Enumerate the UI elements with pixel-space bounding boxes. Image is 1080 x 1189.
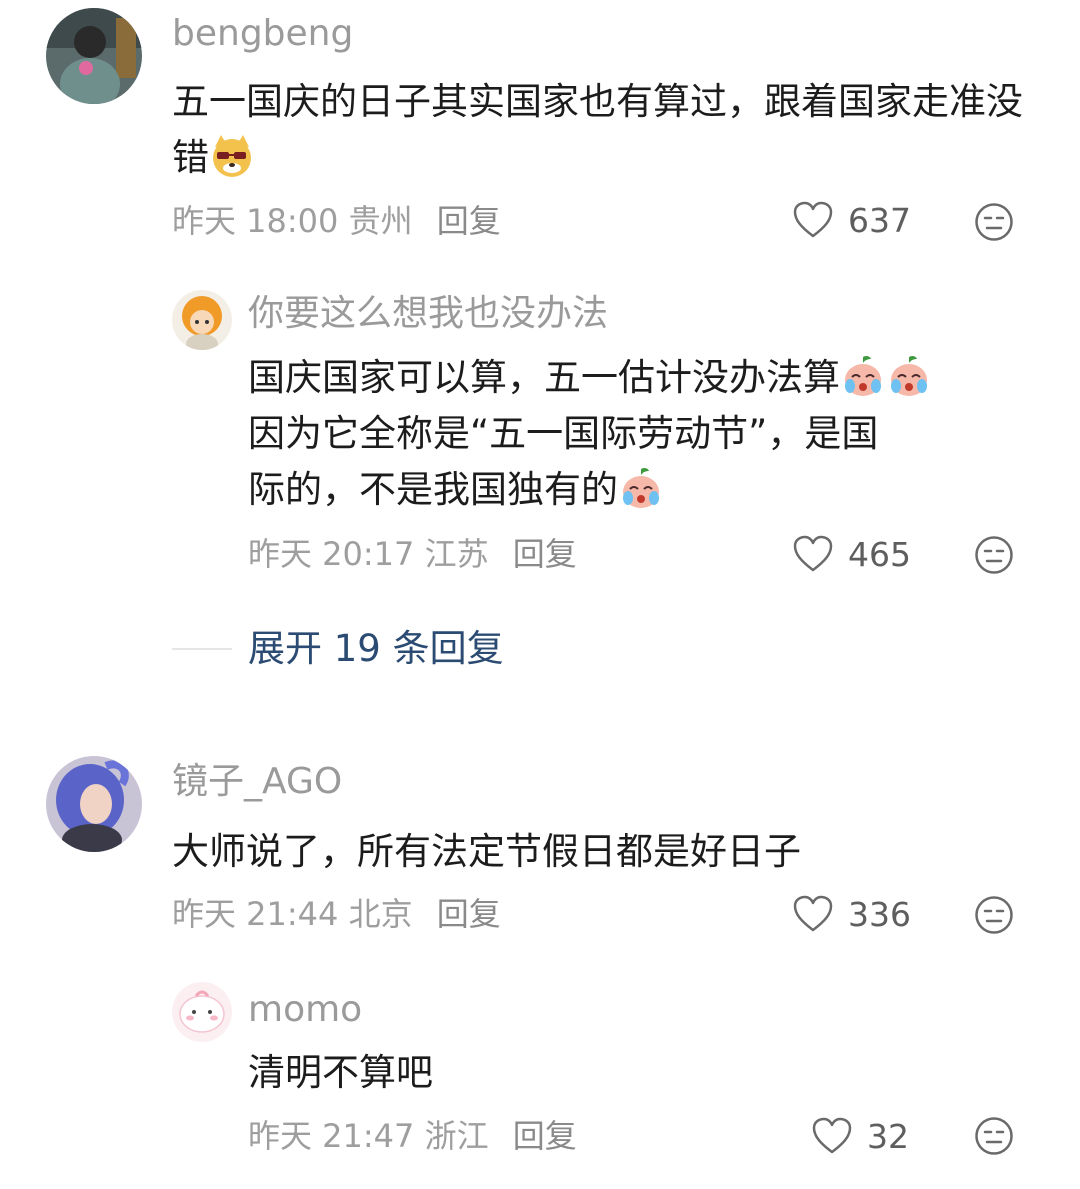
username[interactable]: 镜子_AGO bbox=[172, 760, 342, 804]
reply-location: 浙江 bbox=[424, 1117, 489, 1155]
comment-meta: 昨天 18:00 贵州 回复 bbox=[172, 201, 501, 241]
like-count: 465 bbox=[848, 534, 911, 574]
reply-username[interactable]: 你要这么想我也没办法 bbox=[248, 292, 608, 336]
username[interactable]: bengbeng bbox=[172, 12, 353, 56]
comment-meta: 昨天 21:44 北京 回复 bbox=[172, 894, 501, 934]
reply-button[interactable]: 回复 bbox=[513, 1117, 577, 1155]
heart-outline-icon bbox=[793, 895, 833, 932]
reply-button[interactable]: 回复 bbox=[437, 895, 501, 933]
reply-text-line-3: 际的，不是我国独有的 bbox=[248, 468, 618, 511]
expand-replies-button[interactable]: 展开 19 条回复 bbox=[248, 627, 504, 671]
reply-text-line: 际的，不是我国独有的 bbox=[248, 462, 1038, 518]
reply-text-line: 国庆国家可以算，五一估计没办法算 bbox=[248, 350, 1038, 406]
like-count: 637 bbox=[848, 200, 911, 240]
like-button[interactable]: 336 bbox=[792, 894, 911, 934]
neutral-face-icon[interactable] bbox=[974, 895, 1014, 935]
comment-text: 大师说了，所有法定节假日都是好日子 bbox=[172, 830, 801, 873]
reply-username[interactable]: momo bbox=[248, 988, 362, 1032]
neutral-face-icon[interactable] bbox=[974, 202, 1014, 242]
avatar[interactable] bbox=[172, 982, 232, 1042]
neutral-face-icon[interactable] bbox=[974, 535, 1014, 575]
reply-button[interactable]: 回复 bbox=[513, 535, 577, 573]
reply-meta: 昨天 21:47 浙江 回复 bbox=[248, 1116, 577, 1156]
comment-time: 昨天 18:00 bbox=[172, 202, 339, 240]
expand-divider bbox=[172, 648, 232, 650]
avatar[interactable] bbox=[46, 8, 142, 104]
crying-peach-emoji-icon bbox=[618, 465, 664, 511]
crying-peach-emoji-icon bbox=[840, 353, 886, 399]
avatar[interactable] bbox=[46, 756, 142, 852]
reply-meta: 昨天 20:17 江苏 回复 bbox=[248, 534, 577, 574]
comment-location: 贵州 bbox=[348, 202, 413, 240]
reply-time: 昨天 20:17 bbox=[248, 535, 415, 573]
reply-text-line-1: 国庆国家可以算，五一估计没办法算 bbox=[248, 356, 840, 399]
comment-location: 北京 bbox=[348, 895, 413, 933]
avatar[interactable] bbox=[172, 290, 232, 350]
neutral-face-icon[interactable] bbox=[974, 1116, 1014, 1156]
comment-time: 昨天 21:44 bbox=[172, 895, 339, 933]
comment-text: 五一国庆的日子其实国家也有算过，跟着国家走准没错 bbox=[172, 74, 1032, 186]
like-button[interactable]: 465 bbox=[792, 534, 911, 574]
reply-text: 清明不算吧 bbox=[248, 1051, 433, 1094]
dog-sunglasses-emoji-icon bbox=[209, 133, 255, 179]
like-button[interactable]: 637 bbox=[792, 200, 911, 240]
reply-text-line: 因为它全称是“五一国际劳动节”，是国 bbox=[248, 412, 879, 455]
comment-text-body: 五一国庆的日子其实国家也有算过，跟着国家走准没错 bbox=[172, 80, 1023, 179]
like-count: 336 bbox=[848, 894, 911, 934]
crying-peach-emoji-icon bbox=[886, 353, 932, 399]
reply-text: 国庆国家可以算，五一估计没办法算 因为它全称是“五一国际劳动节”，是国 际的，不… bbox=[248, 350, 1038, 518]
reply-time: 昨天 21:47 bbox=[248, 1117, 415, 1155]
like-button[interactable]: 32 bbox=[811, 1116, 909, 1156]
like-count: 32 bbox=[867, 1116, 909, 1156]
heart-outline-icon bbox=[793, 535, 833, 572]
reply-button[interactable]: 回复 bbox=[437, 202, 501, 240]
heart-outline-icon bbox=[793, 201, 833, 238]
heart-outline-icon bbox=[812, 1117, 852, 1154]
reply-location: 江苏 bbox=[424, 535, 489, 573]
